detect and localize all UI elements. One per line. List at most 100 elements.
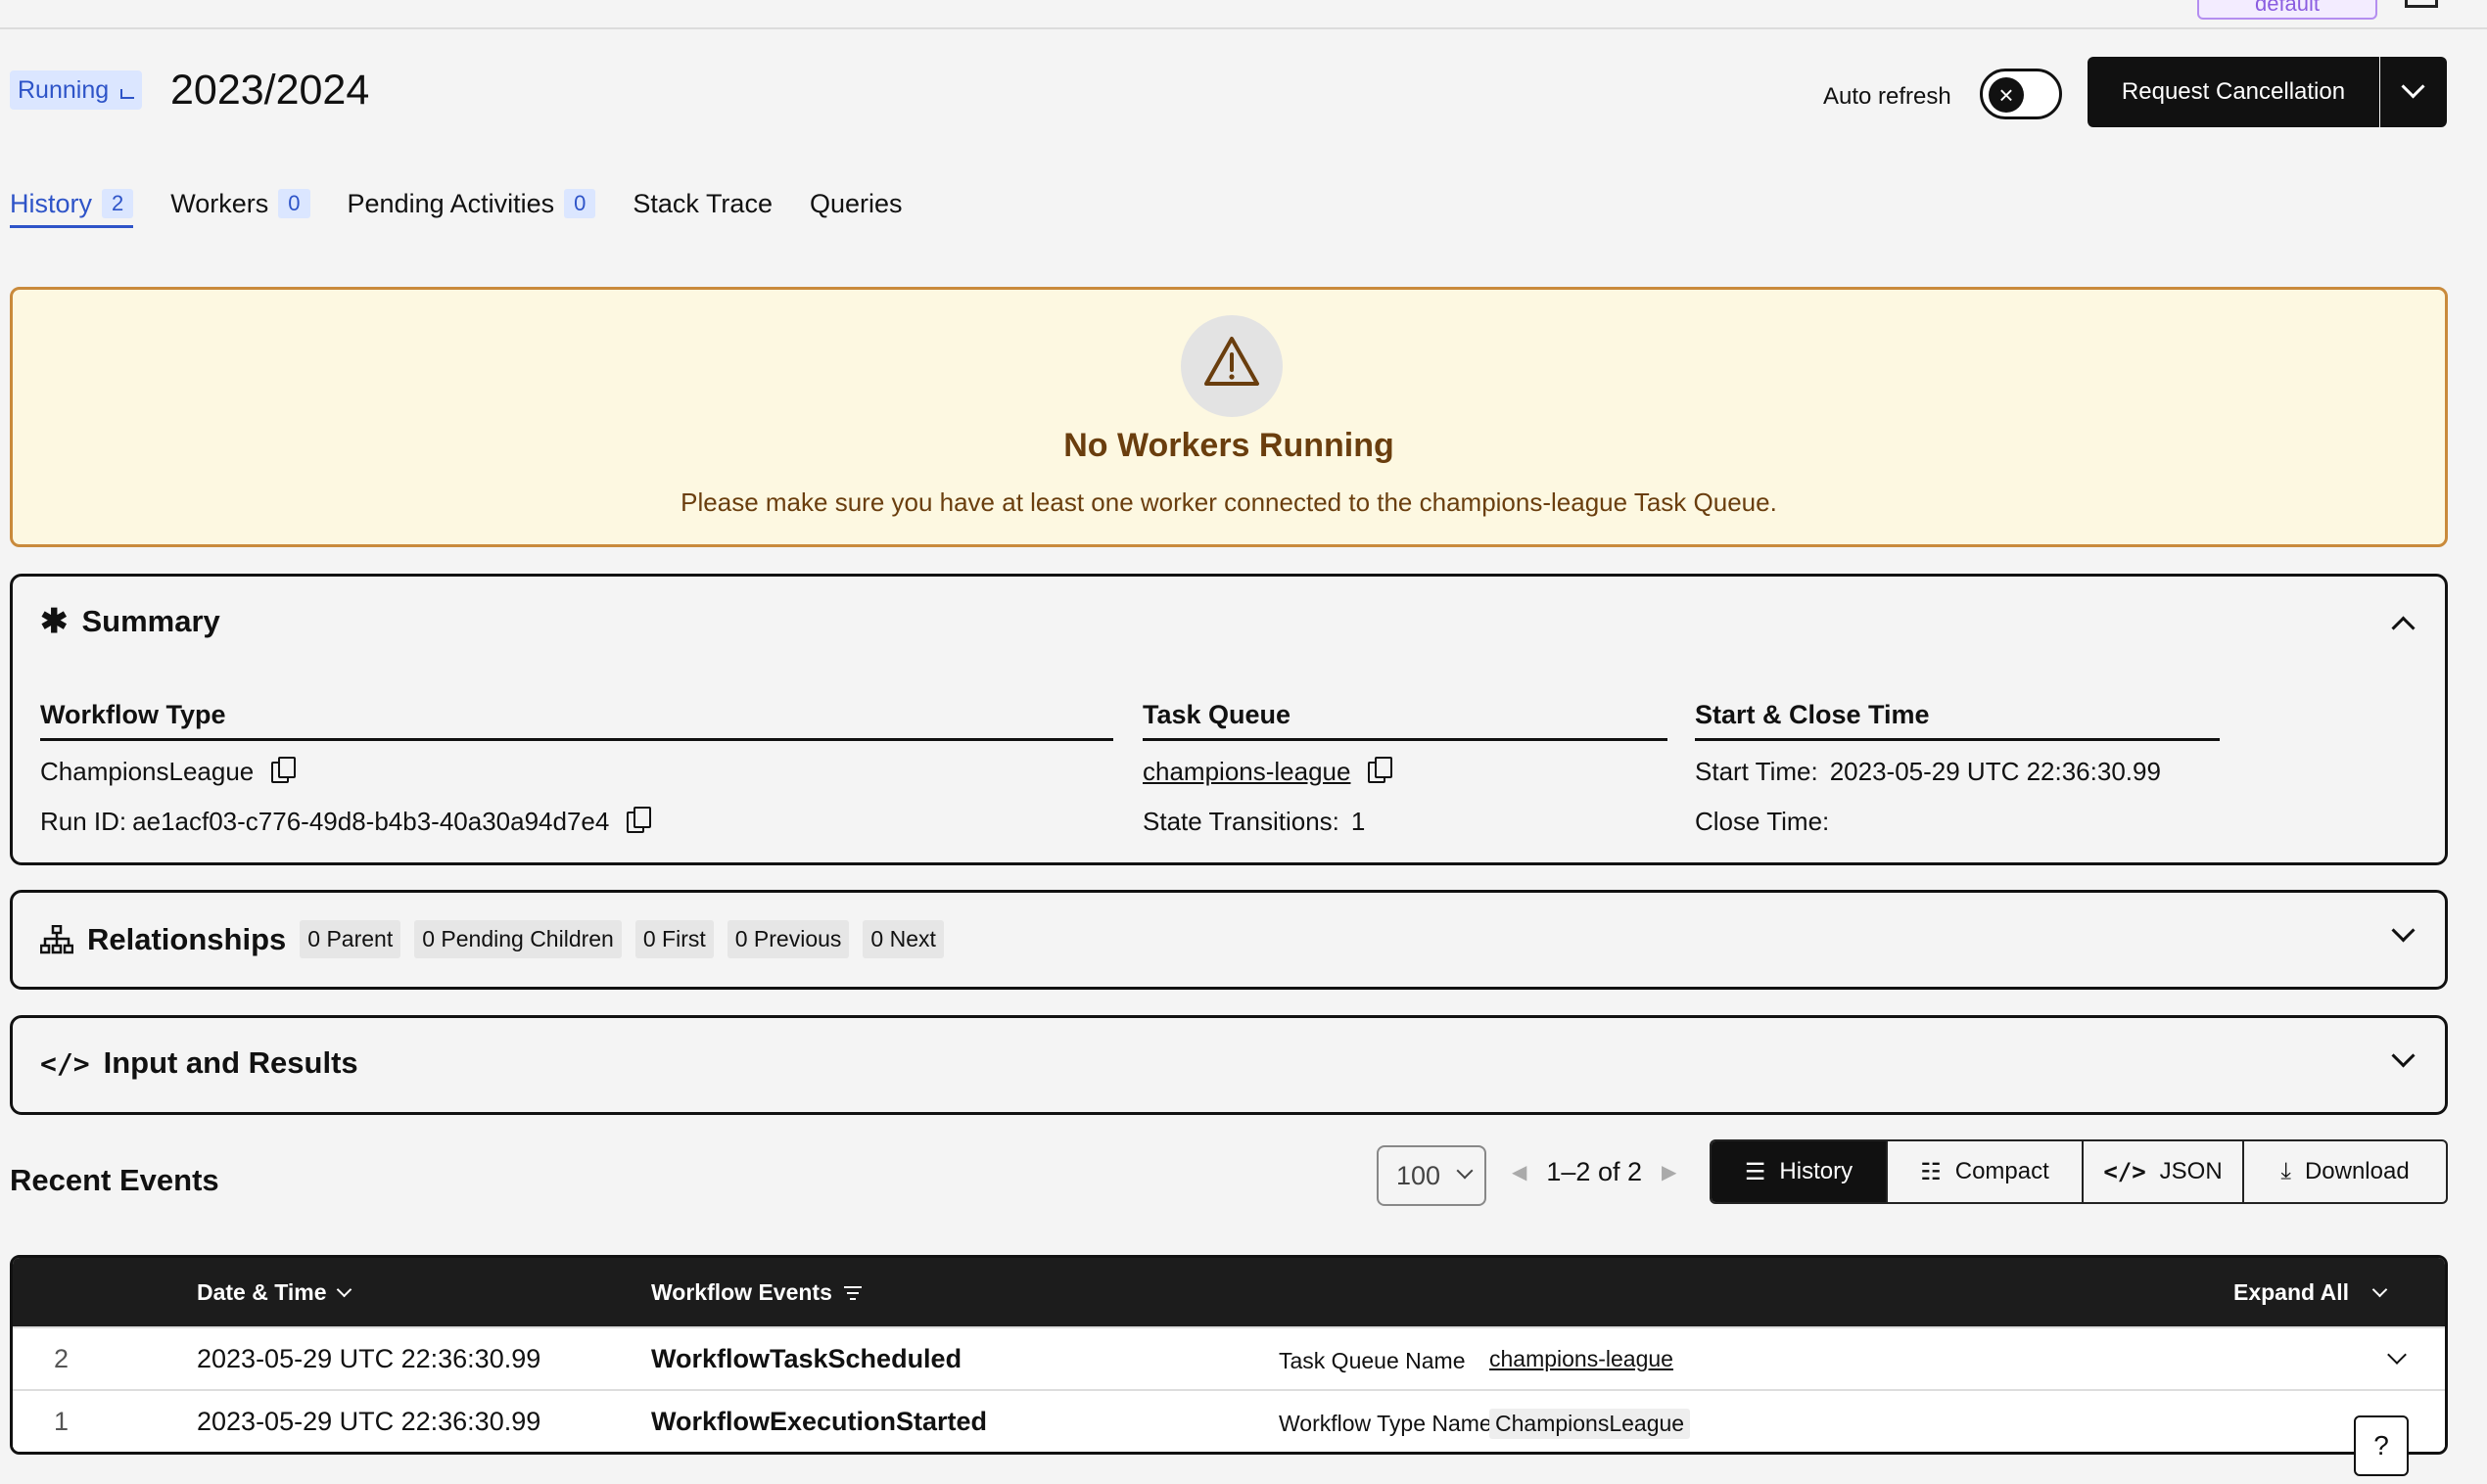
run-id-value: ae1acf03-c776-49d8-b4b3-40a30a94d7e4 — [132, 807, 610, 836]
summary-header[interactable]: ✱ Summary — [40, 602, 220, 641]
list-icon: ☰ — [1744, 1158, 1766, 1185]
copy-icon[interactable] — [627, 806, 652, 833]
history-view-button[interactable]: ☰ History — [1712, 1141, 1888, 1202]
input-results-header[interactable]: </> Input and Results — [40, 1045, 358, 1081]
next-count: 0 Next — [863, 920, 944, 958]
tab-workers[interactable]: Workers 0 — [170, 182, 310, 225]
previous-page-icon[interactable]: ◀ — [1512, 1160, 1526, 1184]
page-size-select[interactable]: 100 — [1377, 1145, 1486, 1206]
workflow-type-heading: Workflow Type — [40, 700, 1113, 741]
alert-message: Please make sure you have at least one w… — [680, 487, 1777, 517]
tab-pending-activities[interactable]: Pending Activities 0 — [348, 182, 596, 225]
json-view-button[interactable]: </> JSON — [2084, 1141, 2244, 1202]
task-queue-link[interactable]: champions-league — [1143, 757, 1350, 787]
recent-events-title: Recent Events — [10, 1163, 219, 1197]
event-attribute-value: ChampionsLeague — [1489, 1409, 1691, 1439]
relationships-title: Relationships — [87, 921, 287, 956]
apps-icon[interactable] — [2405, 0, 2438, 8]
tab-count: 0 — [564, 189, 596, 218]
help-button[interactable]: ? — [2354, 1415, 2409, 1476]
state-transitions-label: State Transitions: — [1143, 807, 1339, 836]
expand-toggle[interactable] — [2391, 918, 2416, 944]
event-attribute-link[interactable]: champions-league — [1489, 1346, 1673, 1372]
workflow-events-column[interactable]: Workflow Events — [651, 1279, 862, 1306]
column-label: Expand All — [2233, 1279, 2349, 1305]
asterisk-icon: ✱ — [40, 603, 69, 640]
first-count: 0 First — [634, 920, 714, 958]
close-time-field: Close Time: — [1695, 807, 1829, 837]
table-row[interactable]: 1 2023-05-29 UTC 22:36:30.99 WorkflowExe… — [13, 1389, 2445, 1452]
chevron-down-icon — [2371, 1281, 2388, 1298]
view-label: Compact — [1954, 1158, 2049, 1184]
close-icon: × — [1989, 77, 2024, 113]
no-workers-alert: No Workers Running Please make sure you … — [10, 287, 2448, 547]
state-transitions-value: 1 — [1350, 807, 1366, 836]
event-attribute-key: Workflow Type Name — [1279, 1411, 1492, 1436]
auto-refresh-label: Auto refresh — [1823, 83, 1951, 110]
chevron-down-icon — [336, 1281, 352, 1298]
status-text: Running — [18, 76, 110, 104]
event-name: WorkflowExecutionStarted — [651, 1407, 988, 1436]
view-switcher: ☰ History ☷ Compact </> JSON ⤓ Download — [1710, 1139, 2448, 1204]
chevron-down-icon — [2391, 1043, 2416, 1068]
start-time-field: Start Time: 2023-05-29 UTC 22:36:30.99 — [1695, 757, 2161, 787]
relationships-header[interactable]: Relationships 0 Parent 0 Pending Childre… — [40, 920, 944, 958]
table-header: Date & Time Workflow Events Expand All — [13, 1258, 2445, 1326]
namespace-selector[interactable]: default — [2197, 0, 2377, 20]
task-queue-heading: Task Queue — [1143, 700, 1667, 741]
page-title: 2023/2024 — [170, 67, 370, 114]
page-range: 1–2 of 2 — [1546, 1157, 1642, 1186]
tab-label: Queries — [809, 188, 903, 218]
workflow-type-value: ChampionsLeague — [40, 757, 255, 786]
collapse-toggle[interactable] — [2391, 610, 2416, 641]
download-button[interactable]: ⤓ Download — [2244, 1141, 2446, 1202]
download-icon: ⤓ — [2280, 1158, 2291, 1184]
run-id-label: Run ID: — [40, 807, 127, 836]
parent-count: 0 Parent — [300, 920, 401, 958]
tab-label: Stack Trace — [633, 188, 773, 218]
more-actions-button[interactable] — [2380, 57, 2447, 127]
time-heading: Start & Close Time — [1695, 700, 2220, 741]
table-row[interactable]: 2 2023-05-29 UTC 22:36:30.99 WorkflowTas… — [13, 1326, 2445, 1391]
compact-list-icon: ☷ — [1920, 1158, 1942, 1185]
expand-all-button[interactable]: Expand All — [2233, 1279, 2388, 1306]
start-time-label: Start Time: — [1695, 757, 1818, 786]
tab-label: Workers — [170, 188, 269, 218]
start-time-value: 2023-05-29 UTC 22:36:30.99 — [1829, 757, 2161, 786]
next-page-icon[interactable]: ▶ — [1662, 1160, 1676, 1184]
chevron-down-icon — [1456, 1162, 1474, 1180]
event-id: 1 — [54, 1407, 70, 1436]
state-transitions-field: State Transitions: 1 — [1143, 807, 1365, 837]
chevron-up-icon — [2391, 616, 2416, 640]
view-label: JSON — [2159, 1158, 2223, 1184]
event-name: WorkflowTaskScheduled — [651, 1344, 962, 1373]
tab-stack-trace[interactable]: Stack Trace — [633, 182, 773, 225]
previous-count: 0 Previous — [727, 920, 850, 958]
copy-icon[interactable] — [271, 756, 297, 783]
events-table: Date & Time Workflow Events Expand All 2… — [10, 1255, 2448, 1455]
tab-queries[interactable]: Queries — [810, 182, 903, 225]
input-results-panel: </> Input and Results — [10, 1015, 2448, 1115]
run-id-field: Run ID: ae1acf03-c776-49d8-b4b3-40a30a94… — [40, 806, 652, 837]
alert-title: No Workers Running — [1063, 427, 1394, 464]
view-label: Download — [2304, 1158, 2410, 1184]
request-cancellation-button[interactable]: Request Cancellation — [2088, 57, 2379, 127]
tab-count: 0 — [278, 189, 310, 218]
filter-icon — [843, 1285, 862, 1300]
chevron-down-icon — [2391, 918, 2416, 943]
view-label: History — [1779, 1158, 1854, 1184]
date-time-column[interactable]: Date & Time — [197, 1279, 352, 1306]
chevron-down-icon — [2387, 1345, 2407, 1365]
status-badge: Running — [10, 70, 143, 110]
tab-history[interactable]: History 2 — [10, 182, 134, 228]
expand-toggle[interactable] — [2391, 1043, 2416, 1069]
compact-view-button[interactable]: ☷ Compact — [1888, 1141, 2084, 1202]
close-time-label: Close Time: — [1695, 807, 1830, 836]
copy-icon[interactable] — [1368, 756, 1393, 783]
event-date: 2023-05-29 UTC 22:36:30.99 — [197, 1344, 541, 1373]
pagination: ◀ 1–2 of 2 ▶ — [1512, 1157, 1676, 1187]
auto-refresh-toggle[interactable]: × — [1980, 69, 2062, 119]
expand-row-button[interactable] — [2387, 1345, 2407, 1367]
task-queue-field: champions-league — [1143, 756, 1393, 787]
hierarchy-icon — [40, 924, 73, 953]
